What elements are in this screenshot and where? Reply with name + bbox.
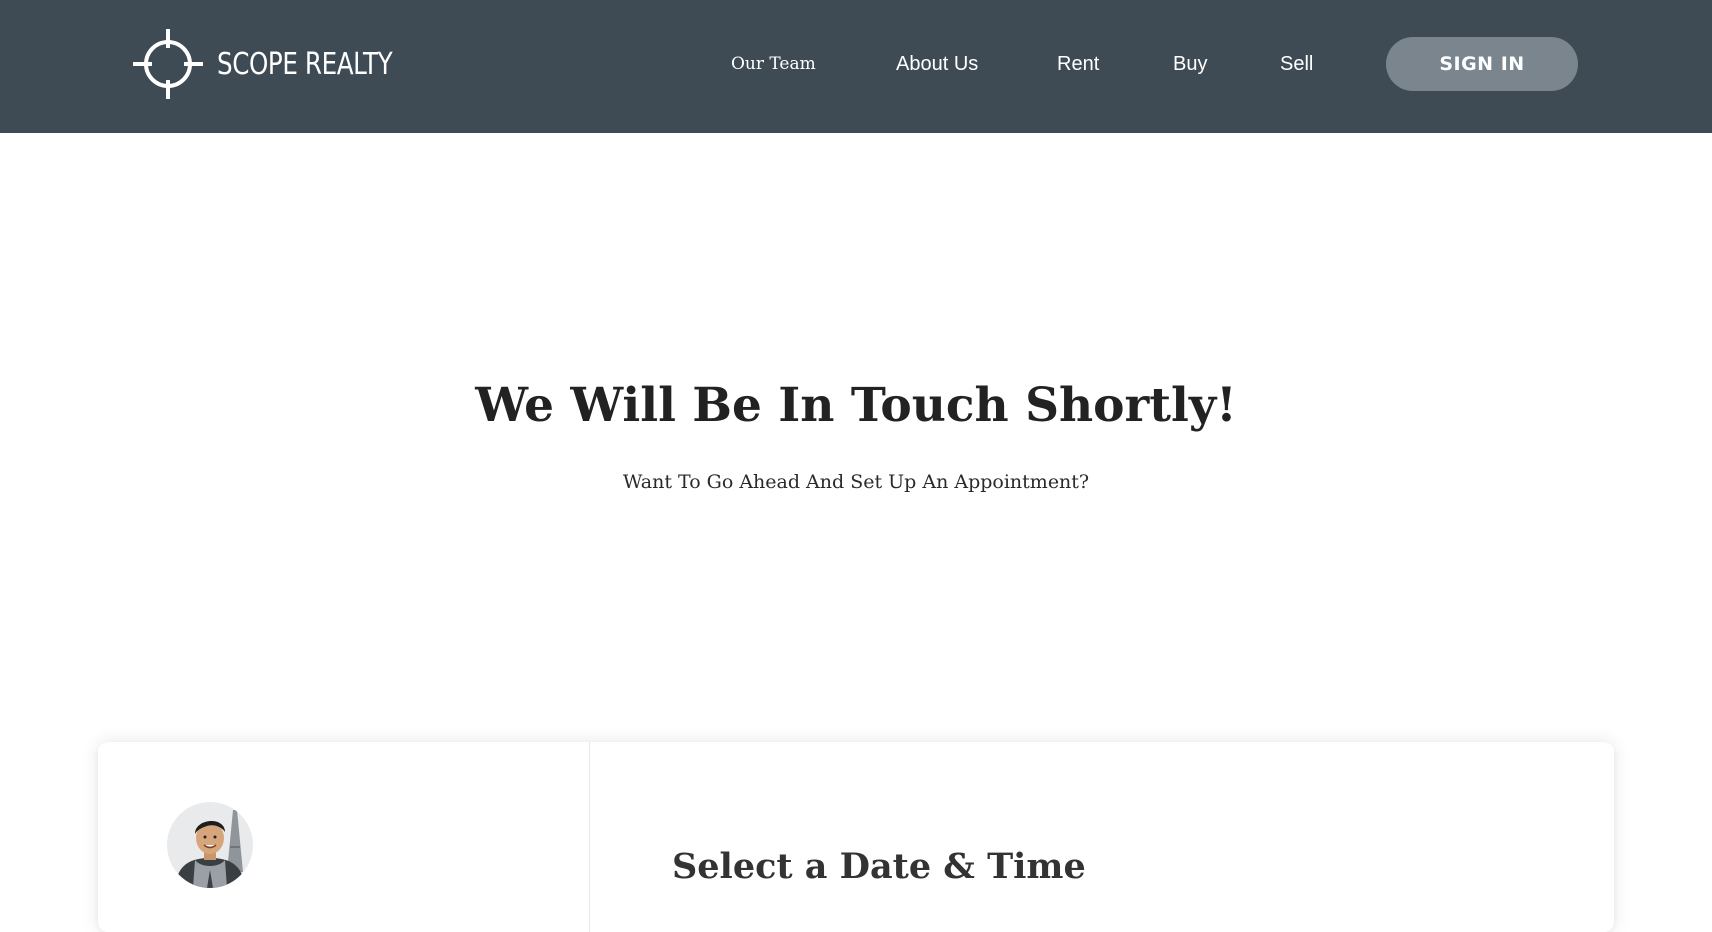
nav-sell[interactable]: Sell [1280, 50, 1313, 78]
nav-rent[interactable]: Rent [1057, 50, 1099, 78]
site-header: SCOPE REALTY Our Team About Us Rent Buy … [0, 0, 1712, 133]
nav-buy[interactable]: Buy [1173, 50, 1207, 78]
brand-name: SCOPE REALTY [217, 46, 393, 82]
scheduler-card: Select a Date & Time [98, 742, 1614, 932]
card-divider [589, 742, 590, 932]
nav-about-us[interactable]: About Us [896, 50, 978, 78]
appointment-prompt: Want To Go Ahead And Set Up An Appointme… [622, 471, 1090, 493]
brand-logo[interactable]: SCOPE REALTY [133, 29, 431, 99]
crosshair-logo-icon [133, 29, 203, 99]
agent-photo [167, 802, 253, 888]
sign-in-button[interactable]: SIGN IN [1386, 37, 1578, 91]
select-date-time-heading: Select a Date & Time [672, 846, 1086, 887]
confirmation-heading: We Will Be In Touch Shortly! [475, 378, 1237, 433]
nav-our-team[interactable]: Our Team [731, 50, 816, 78]
agent-avatar [167, 802, 253, 888]
